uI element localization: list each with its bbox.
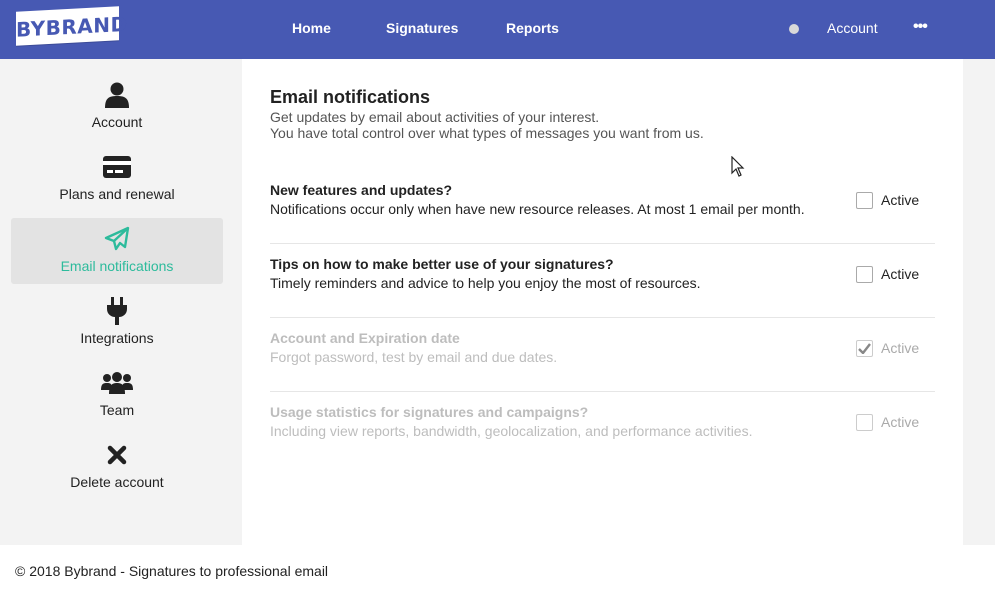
- notification-row-new-features: New features and updates? Notifications …: [270, 170, 935, 244]
- notification-description: Notifications occur only when have new r…: [270, 201, 805, 217]
- active-checkbox[interactable]: [856, 192, 873, 209]
- active-checkbox: [856, 340, 873, 357]
- credit-card-icon: [11, 154, 223, 180]
- notification-title: Tips on how to make better use of your s…: [270, 256, 614, 272]
- sidebar-item-email-notifications[interactable]: Email notifications: [11, 218, 223, 284]
- sidebar-item-plans[interactable]: Plans and renewal: [11, 146, 223, 212]
- page-subtitle: You have total control over what types o…: [270, 125, 704, 141]
- sidebar-item-integrations[interactable]: Integrations: [11, 290, 223, 356]
- nav-reports-link[interactable]: Reports: [506, 20, 559, 36]
- active-checkbox-label: Active: [881, 340, 920, 356]
- active-checkbox: [856, 414, 873, 431]
- nav-home-link[interactable]: Home: [292, 20, 331, 36]
- bybrand-logo[interactable]: BYBRAND: [16, 6, 128, 46]
- active-checkbox-label[interactable]: Active: [881, 266, 919, 282]
- footer-copyright: © 2018 Bybrand - Signatures to professio…: [15, 563, 329, 579]
- main-content-panel: Email notifications Get updates by email…: [242, 59, 963, 545]
- sidebar-item-label: Plans and renewal: [59, 186, 175, 202]
- sidebar-item-team[interactable]: Team: [11, 362, 223, 428]
- sidebar-item-label: Delete account: [70, 474, 164, 490]
- sidebar-item-account[interactable]: Account: [11, 74, 223, 140]
- logo-text: BYBRAND: [16, 11, 128, 42]
- sidebar-item-label: Account: [91, 114, 143, 130]
- sidebar-item-label: Email notifications: [60, 258, 174, 274]
- top-navigation-bar: BYBRAND Home Signatures Reports Account …: [0, 0, 995, 59]
- close-icon: [11, 442, 223, 468]
- sidebar-item-delete-account[interactable]: Delete account: [11, 434, 223, 500]
- mouse-cursor-icon: [731, 155, 745, 183]
- sidebar-item-label: Team: [99, 402, 135, 418]
- notification-description: Forgot password, test by email and due d…: [270, 349, 558, 365]
- sidebar-item-label: Integrations: [80, 330, 154, 346]
- checkmark-icon: [858, 343, 871, 354]
- active-checkbox-label: Active: [881, 414, 920, 430]
- user-icon: [11, 82, 223, 108]
- notification-row-tips: Tips on how to make better use of your s…: [270, 244, 935, 318]
- page-title: Email notifications: [270, 87, 431, 107]
- notification-row-usage-statistics: Usage statistics for signatures and camp…: [270, 392, 935, 466]
- page-subtitle: Get updates by email about activities of…: [270, 109, 600, 125]
- notification-description: Including view reports, bandwidth, geolo…: [270, 423, 753, 439]
- active-checkbox-label[interactable]: Active: [881, 192, 919, 208]
- nav-signatures-link[interactable]: Signatures: [386, 20, 458, 36]
- notification-title: New features and updates?: [270, 182, 453, 198]
- notification-title: Account and Expiration date: [270, 330, 460, 346]
- page-footer: © 2018 Bybrand - Signatures to professio…: [0, 545, 995, 589]
- nav-account-link[interactable]: Account: [827, 20, 878, 36]
- paper-plane-icon: [11, 226, 223, 252]
- notification-title: Usage statistics for signatures and camp…: [270, 404, 589, 420]
- plug-icon: [11, 297, 223, 325]
- settings-sidebar: Account Plans and renewal Email notifica…: [0, 59, 242, 545]
- more-options-icon[interactable]: •••: [913, 18, 928, 36]
- active-checkbox[interactable]: [856, 266, 873, 283]
- users-icon: [11, 370, 223, 396]
- status-dot-icon: [789, 24, 799, 34]
- notification-row-account-expiration: Account and Expiration date Forgot passw…: [270, 318, 935, 392]
- notification-description: Timely reminders and advice to help you …: [270, 275, 701, 291]
